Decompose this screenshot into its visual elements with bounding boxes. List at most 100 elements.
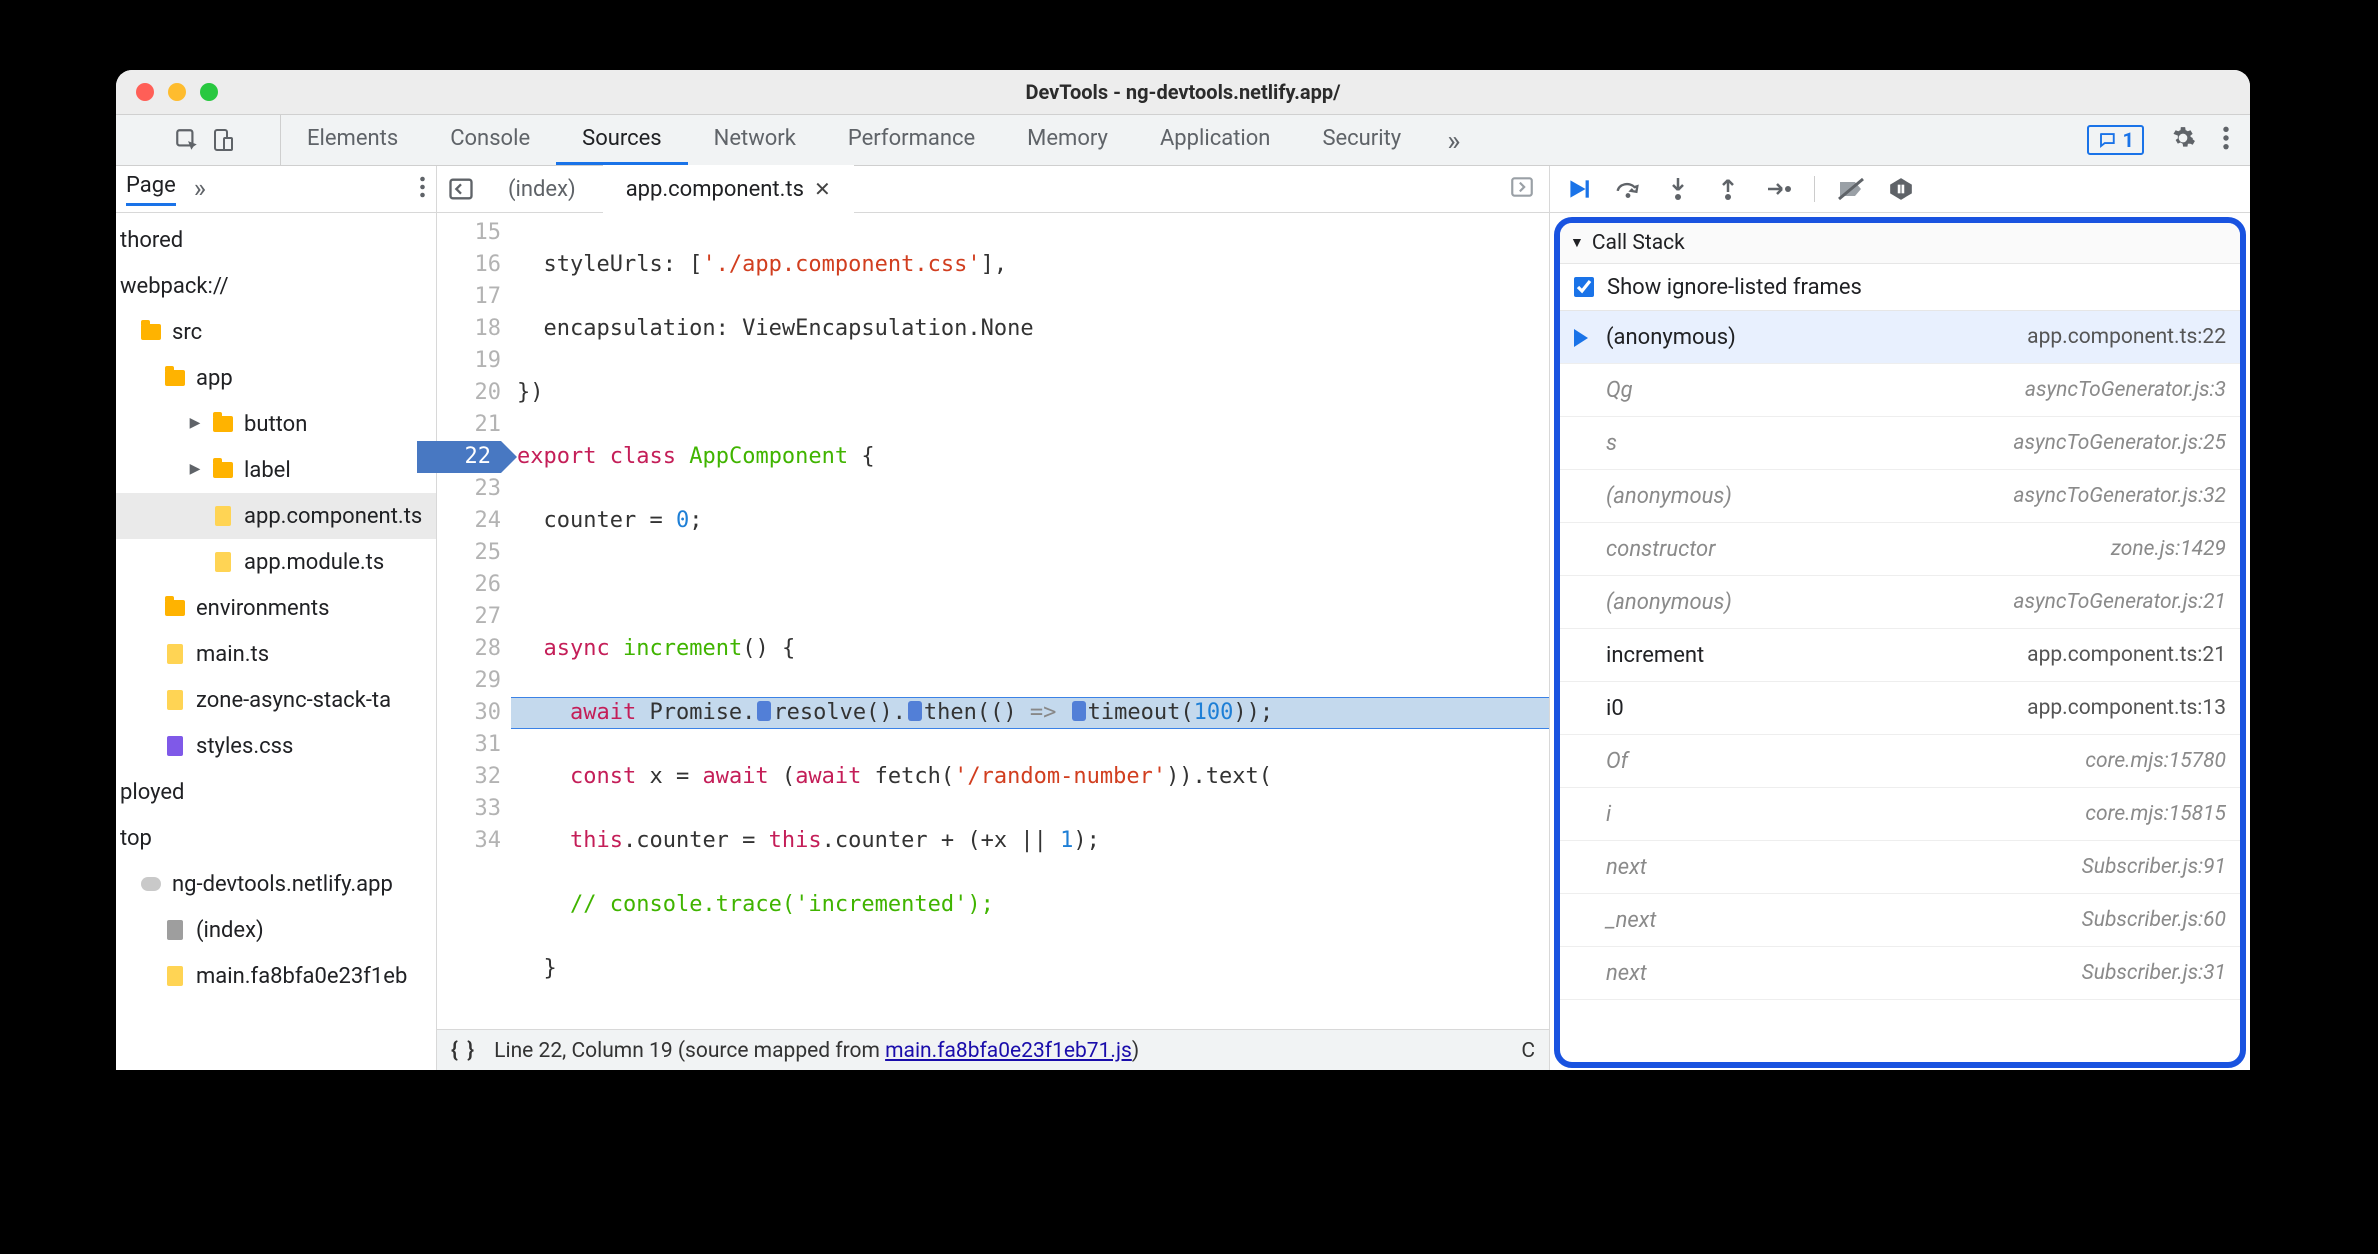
resume-icon[interactable] xyxy=(1564,175,1592,203)
stack-frame[interactable]: Ofcore.mjs:15780 xyxy=(1560,735,2240,788)
tree-node-zone-async[interactable]: zone-async-stack-ta xyxy=(116,677,436,723)
stack-frame[interactable]: (anonymous)app.component.ts:22 xyxy=(1560,311,2240,364)
coverage-label: C xyxy=(1521,1039,1535,1063)
call-stack-frames: (anonymous)app.component.ts:22 QgasyncTo… xyxy=(1560,311,2240,1062)
file-icon xyxy=(167,644,183,664)
stack-frame[interactable]: (anonymous)asyncToGenerator.js:32 xyxy=(1560,470,2240,523)
device-toolbar-icon[interactable] xyxy=(210,127,234,153)
navigator-sidebar: Page » thored webpack:// src app ▶button… xyxy=(116,166,437,1070)
tree-node-label[interactable]: ▶label xyxy=(116,447,436,493)
inspect-element-icon[interactable] xyxy=(174,127,200,153)
file-icon xyxy=(167,690,183,710)
traffic-light-close[interactable] xyxy=(136,83,154,101)
navigator-tabs-overflow-icon[interactable]: » xyxy=(194,174,206,204)
folder-icon xyxy=(213,462,233,478)
tree-node-styles-css[interactable]: styles.css xyxy=(116,723,436,769)
code-editor[interactable]: styleUrls: ['./app.component.css'], enca… xyxy=(511,213,1549,1029)
call-stack-header[interactable]: ▼ Call Stack xyxy=(1560,223,2240,264)
issues-badge[interactable]: 1 xyxy=(2087,125,2144,155)
cursor-position: Line 22, Column 19 (source mapped from m… xyxy=(494,1039,1139,1063)
file-icon xyxy=(215,552,231,572)
tab-performance[interactable]: Performance xyxy=(822,115,1001,165)
folder-icon xyxy=(141,324,161,340)
stack-frame[interactable]: sasyncToGenerator.js:25 xyxy=(1560,417,2240,470)
tree-node-environments[interactable]: environments xyxy=(116,585,436,631)
editor-statusbar: { } Line 22, Column 19 (source mapped fr… xyxy=(437,1029,1549,1070)
step-decor-icon xyxy=(757,701,771,721)
pretty-print-icon[interactable]: { } xyxy=(451,1039,476,1063)
step-into-icon[interactable] xyxy=(1664,175,1692,203)
tree-node-app[interactable]: app xyxy=(116,355,436,401)
tree-node-index[interactable]: (index) xyxy=(116,907,436,953)
step-out-icon[interactable] xyxy=(1714,175,1742,203)
stack-frame[interactable]: _nextSubscriber.js:60 xyxy=(1560,894,2240,947)
window-title: DevTools - ng-devtools.netlify.app/ xyxy=(116,80,2250,104)
tree-node-src[interactable]: src xyxy=(116,309,436,355)
step-decor-icon xyxy=(908,701,922,721)
step-icon[interactable] xyxy=(1764,175,1792,203)
comment-icon xyxy=(2097,131,2117,149)
stack-frame[interactable]: nextSubscriber.js:91 xyxy=(1560,841,2240,894)
deactivate-breakpoints-icon[interactable] xyxy=(1837,175,1865,203)
tree-node-top[interactable]: top xyxy=(116,815,436,861)
stack-frame[interactable]: QgasyncToGenerator.js:3 xyxy=(1560,364,2240,417)
debugger-pane: ▼ Call Stack Show ignore-listed frames (… xyxy=(1549,166,2250,1070)
traffic-light-minimize[interactable] xyxy=(168,83,186,101)
window-titlebar: DevTools - ng-devtools.netlify.app/ xyxy=(116,70,2250,115)
tree-node-button[interactable]: ▶button xyxy=(116,401,436,447)
tree-node-authored[interactable]: thored xyxy=(116,217,436,263)
tab-sources[interactable]: Sources xyxy=(556,115,688,165)
editor-nav-back-icon[interactable] xyxy=(447,175,475,203)
editor-pane: (index) app.component.ts ✕ 15 16171819 2… xyxy=(437,166,1549,1070)
tab-close-icon[interactable]: ✕ xyxy=(814,179,831,199)
line-gutter[interactable]: 15 16171819 202122 23242526 27282930 313… xyxy=(437,213,511,1029)
cloud-icon xyxy=(141,877,161,891)
editor-show-drawer-icon[interactable] xyxy=(1509,174,1545,204)
settings-gear-icon[interactable] xyxy=(2170,125,2196,155)
navigator-more-icon[interactable] xyxy=(419,175,426,203)
tabs-overflow-icon[interactable]: » xyxy=(1427,115,1480,165)
stack-frame[interactable]: nextSubscriber.js:31 xyxy=(1560,947,2240,1000)
stack-frame[interactable]: i0app.component.ts:13 xyxy=(1560,682,2240,735)
tree-node-main-hash-js[interactable]: main.fa8bfa0e23f1eb xyxy=(116,953,436,999)
step-decor-icon xyxy=(1072,701,1086,721)
main-tabstrip: Elements Console Sources Network Perform… xyxy=(116,115,2250,166)
tree-node-webpack[interactable]: webpack:// xyxy=(116,263,436,309)
pause-on-exceptions-icon[interactable] xyxy=(1887,175,1915,203)
step-over-icon[interactable] xyxy=(1614,175,1642,203)
tree-node-app-component[interactable]: app.component.ts xyxy=(116,493,436,539)
issues-count: 1 xyxy=(2123,128,2134,152)
folder-icon xyxy=(213,416,233,432)
show-ignore-listed-checkbox-row[interactable]: Show ignore-listed frames xyxy=(1560,264,2240,311)
tab-security[interactable]: Security xyxy=(1296,115,1427,165)
file-tree: thored webpack:// src app ▶button ▶label… xyxy=(116,213,436,1070)
show-ignore-listed-checkbox[interactable] xyxy=(1574,277,1594,297)
tree-node-main-ts[interactable]: main.ts xyxy=(116,631,436,677)
source-map-link[interactable]: main.fa8bfa0e23f1eb71.js xyxy=(885,1039,1132,1063)
file-icon xyxy=(167,736,183,756)
execution-line-marker: 22 xyxy=(417,441,501,473)
tree-node-deployed[interactable]: ployed xyxy=(116,769,436,815)
tab-network[interactable]: Network xyxy=(688,115,822,165)
editor-tab-app-component[interactable]: app.component.ts ✕ xyxy=(603,165,854,213)
more-menu-icon[interactable] xyxy=(2222,125,2230,155)
stack-frame[interactable]: icore.mjs:15815 xyxy=(1560,788,2240,841)
editor-tab-index[interactable]: (index) xyxy=(485,165,599,213)
traffic-light-zoom[interactable] xyxy=(200,83,218,101)
stack-frame[interactable]: incrementapp.component.ts:21 xyxy=(1560,629,2240,682)
file-icon xyxy=(215,506,231,526)
tab-console[interactable]: Console xyxy=(424,115,556,165)
file-icon xyxy=(167,920,183,940)
folder-icon xyxy=(165,370,185,386)
tab-application[interactable]: Application xyxy=(1134,115,1296,165)
stack-frame[interactable]: constructorzone.js:1429 xyxy=(1560,523,2240,576)
disclosure-triangle-icon: ▼ xyxy=(1570,234,1584,251)
tab-elements[interactable]: Elements xyxy=(281,115,424,165)
tree-node-origin[interactable]: ng-devtools.netlify.app xyxy=(116,861,436,907)
tree-node-app-module[interactable]: app.module.ts xyxy=(116,539,436,585)
call-stack-callout: ▼ Call Stack Show ignore-listed frames (… xyxy=(1554,217,2246,1068)
stack-frame[interactable]: (anonymous)asyncToGenerator.js:21 xyxy=(1560,576,2240,629)
navigator-tab-page[interactable]: Page xyxy=(126,173,176,206)
tab-memory[interactable]: Memory xyxy=(1001,115,1134,165)
debugger-toolbar xyxy=(1550,166,2250,213)
